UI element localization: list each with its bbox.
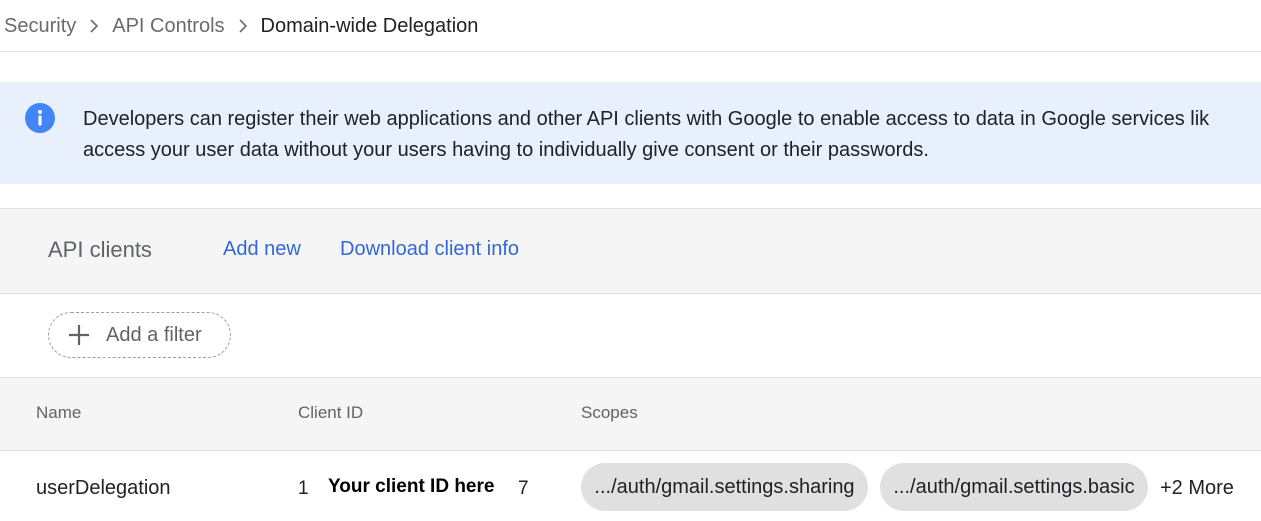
divider	[0, 51, 1261, 52]
chevron-right-icon	[225, 19, 261, 33]
info-icon	[25, 103, 55, 133]
table-header: Name Client ID Scopes	[0, 378, 1261, 451]
add-filter-label: Add a filter	[106, 323, 202, 346]
add-new-link[interactable]: Add new	[223, 238, 301, 261]
breadcrumb: Security API Controls Domain-wide Delega…	[4, 12, 478, 40]
download-client-info-link[interactable]: Download client info	[340, 238, 519, 261]
scope-chip[interactable]: .../auth/gmail.settings.sharing	[581, 463, 868, 511]
banner-line-2: access your user data without your users…	[83, 139, 929, 161]
breadcrumb-api-controls[interactable]: API Controls	[112, 15, 224, 38]
client-id-prefix: 1	[298, 478, 309, 499]
column-header-scopes[interactable]: Scopes	[581, 403, 638, 423]
breadcrumb-current: Domain-wide Delegation	[260, 14, 479, 37]
table-row[interactable]: userDelegation 1 Your client ID here 7 .…	[0, 451, 1261, 521]
column-header-name[interactable]: Name	[36, 403, 81, 423]
chevron-right-icon	[76, 19, 112, 33]
domain-wide-delegation-page: Security API Controls Domain-wide Delega…	[0, 0, 1261, 521]
column-header-client-id[interactable]: Client ID	[298, 403, 363, 423]
info-banner: Developers can register their web applic…	[0, 82, 1261, 184]
banner-line-1: Developers can register their web applic…	[83, 108, 1210, 130]
client-id-overlay: Your client ID here	[328, 476, 495, 497]
scope-chip[interactable]: .../auth/gmail.settings.basic	[880, 463, 1148, 511]
filter-bar: Add a filter	[0, 294, 1261, 378]
add-filter-button[interactable]: Add a filter	[48, 312, 231, 358]
client-id-suffix: 7	[518, 478, 529, 499]
api-clients-header: API clients Add new Download client info	[0, 209, 1261, 294]
plus-icon	[69, 325, 89, 345]
client-name[interactable]: userDelegation	[36, 477, 171, 500]
api-clients-title: API clients	[48, 237, 152, 262]
more-scopes-link[interactable]: +2 More	[1160, 477, 1234, 500]
breadcrumb-security[interactable]: Security	[4, 15, 76, 38]
banner-text: Developers can register their web applic…	[83, 104, 1261, 166]
